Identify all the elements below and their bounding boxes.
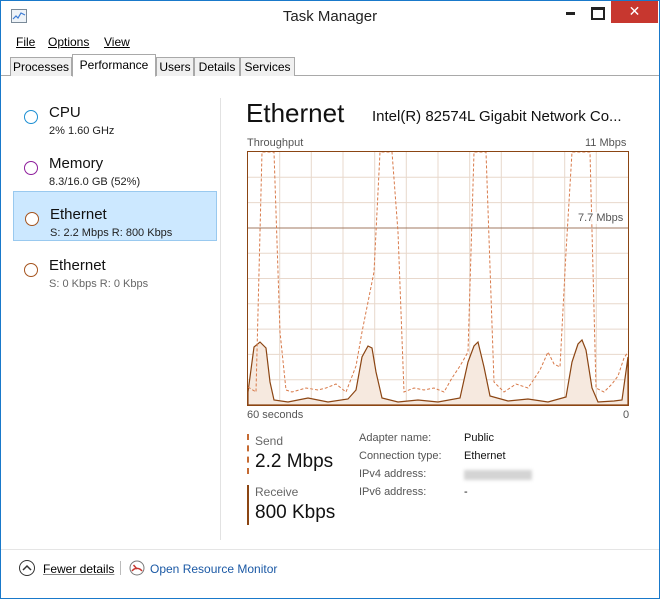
- menu-options[interactable]: Options: [48, 35, 89, 49]
- prop-value: Ethernet: [464, 450, 506, 462]
- chevron-up-icon[interactable]: [19, 560, 35, 576]
- sidebar-item-ethernet-1[interactable]: Ethernet S: 2.2 Mbps R: 800 Kbps: [13, 191, 217, 241]
- receive-rate: R: 0 Kbps: [99, 278, 149, 290]
- close-icon: ✕: [628, 3, 641, 19]
- title-bar[interactable]: Task Manager ✕: [1, 1, 659, 31]
- detail-heading: Ethernet: [246, 98, 345, 128]
- throughput-graph: [247, 151, 629, 406]
- prop-key: Connection type:: [359, 450, 442, 462]
- menu-file-label: File: [16, 35, 36, 49]
- resource-list: CPU 2% 1.60 GHz Memory 8.3/16.0 GB (52%)…: [1, 77, 220, 537]
- pane-divider[interactable]: [220, 98, 221, 540]
- sidebar-item-ethernet-2[interactable]: Ethernet S: 0 Kbps R: 0 Kbps: [13, 243, 217, 293]
- prop-ipv4: IPv4 address:: [359, 468, 619, 486]
- tab-strip: Processes Performance Users Details Serv…: [1, 54, 659, 77]
- prop-value: -: [464, 486, 468, 498]
- memory-circle-icon: [24, 161, 38, 175]
- sidebar-item-memory[interactable]: Memory 8.3/16.0 GB (52%): [13, 141, 217, 191]
- graph-label-timespan: 60 seconds: [247, 409, 304, 421]
- sidebar-item-cpu[interactable]: CPU 2% 1.60 GHz: [13, 90, 217, 140]
- tab-users[interactable]: Users: [156, 57, 194, 76]
- prop-key: IPv6 address:: [359, 486, 427, 498]
- task-manager-window: Task Manager ✕ File Options View Process…: [0, 0, 660, 599]
- graph-label-mid: 7.7 Mbps: [577, 212, 625, 224]
- sidebar-item-sub: S: 2.2 Mbps R: 800 Kbps: [50, 227, 172, 239]
- tab-processes[interactable]: Processes: [10, 57, 72, 76]
- receive-label: Receive: [255, 485, 299, 499]
- menu-options-label: Options: [48, 35, 90, 49]
- tab-performance[interactable]: Performance: [72, 54, 156, 77]
- sidebar-item-sub: S: 0 Kbps R: 0 Kbps: [49, 278, 148, 290]
- cpu-circle-icon: [24, 110, 38, 124]
- prop-value-redacted: [464, 468, 532, 483]
- receive-value: 800 Kbps: [255, 502, 336, 523]
- adapter-name: Intel(R) 82574L Gigabit Network Co...: [372, 108, 622, 125]
- sidebar-item-title: Ethernet: [50, 206, 107, 223]
- graph-label-max: 11 Mbps: [585, 137, 627, 149]
- send-rate: S: 0 Kbps: [49, 278, 97, 290]
- maximize-button[interactable]: [583, 1, 609, 23]
- open-resource-monitor-link[interactable]: Open Resource Monitor: [150, 562, 277, 576]
- menu-view-label: View: [104, 35, 130, 49]
- redacted-ip: [464, 470, 532, 480]
- fewer-details-link[interactable]: Fewer details: [43, 562, 114, 576]
- prop-key: Adapter name:: [359, 432, 432, 444]
- prop-adapter-name: Adapter name: Public: [359, 432, 619, 450]
- tab-details[interactable]: Details: [194, 57, 240, 76]
- menu-view[interactable]: View: [104, 35, 130, 49]
- send-label: Send: [255, 434, 284, 448]
- send-rate: S: 2.2 Mbps: [50, 227, 109, 239]
- prop-connection-type: Connection type: Ethernet: [359, 450, 619, 468]
- sidebar-item-sub: 8.3/16.0 GB (52%): [49, 176, 141, 188]
- throughput-graph-svg: [247, 151, 629, 406]
- receive-stat: Receive 800 Kbps: [247, 485, 347, 525]
- send-stat: Send 2.2 Mbps: [247, 434, 347, 474]
- prop-value: Public: [464, 432, 494, 444]
- prop-key: IPv4 address:: [359, 468, 427, 480]
- adapter-properties: Adapter name: Public Connection type: Et…: [359, 432, 619, 504]
- resource-monitor-icon[interactable]: [129, 560, 145, 576]
- menu-file[interactable]: File: [16, 35, 35, 49]
- sidebar-item-title: CPU: [49, 104, 81, 121]
- tab-services[interactable]: Services: [240, 57, 295, 76]
- minimize-button[interactable]: [557, 1, 583, 23]
- receive-rate: R: 800 Kbps: [111, 227, 173, 239]
- menu-bar: File Options View: [1, 32, 659, 52]
- sidebar-item-sub: 2% 1.60 GHz: [49, 125, 115, 137]
- ethernet-circle-icon: [24, 263, 38, 277]
- graph-label-zero: 0: [623, 409, 630, 421]
- sidebar-item-title: Memory: [49, 155, 104, 172]
- send-value: 2.2 Mbps: [255, 451, 334, 472]
- close-button[interactable]: ✕: [611, 1, 658, 23]
- prop-ipv6: IPv6 address: -: [359, 486, 619, 504]
- footer-separator: [120, 561, 121, 575]
- graph-label-throughput: Throughput: [247, 137, 304, 149]
- sidebar-item-title: Ethernet: [49, 257, 106, 274]
- footer: Fewer details Open Resource Monitor: [1, 549, 659, 589]
- ethernet-circle-icon: [25, 212, 39, 226]
